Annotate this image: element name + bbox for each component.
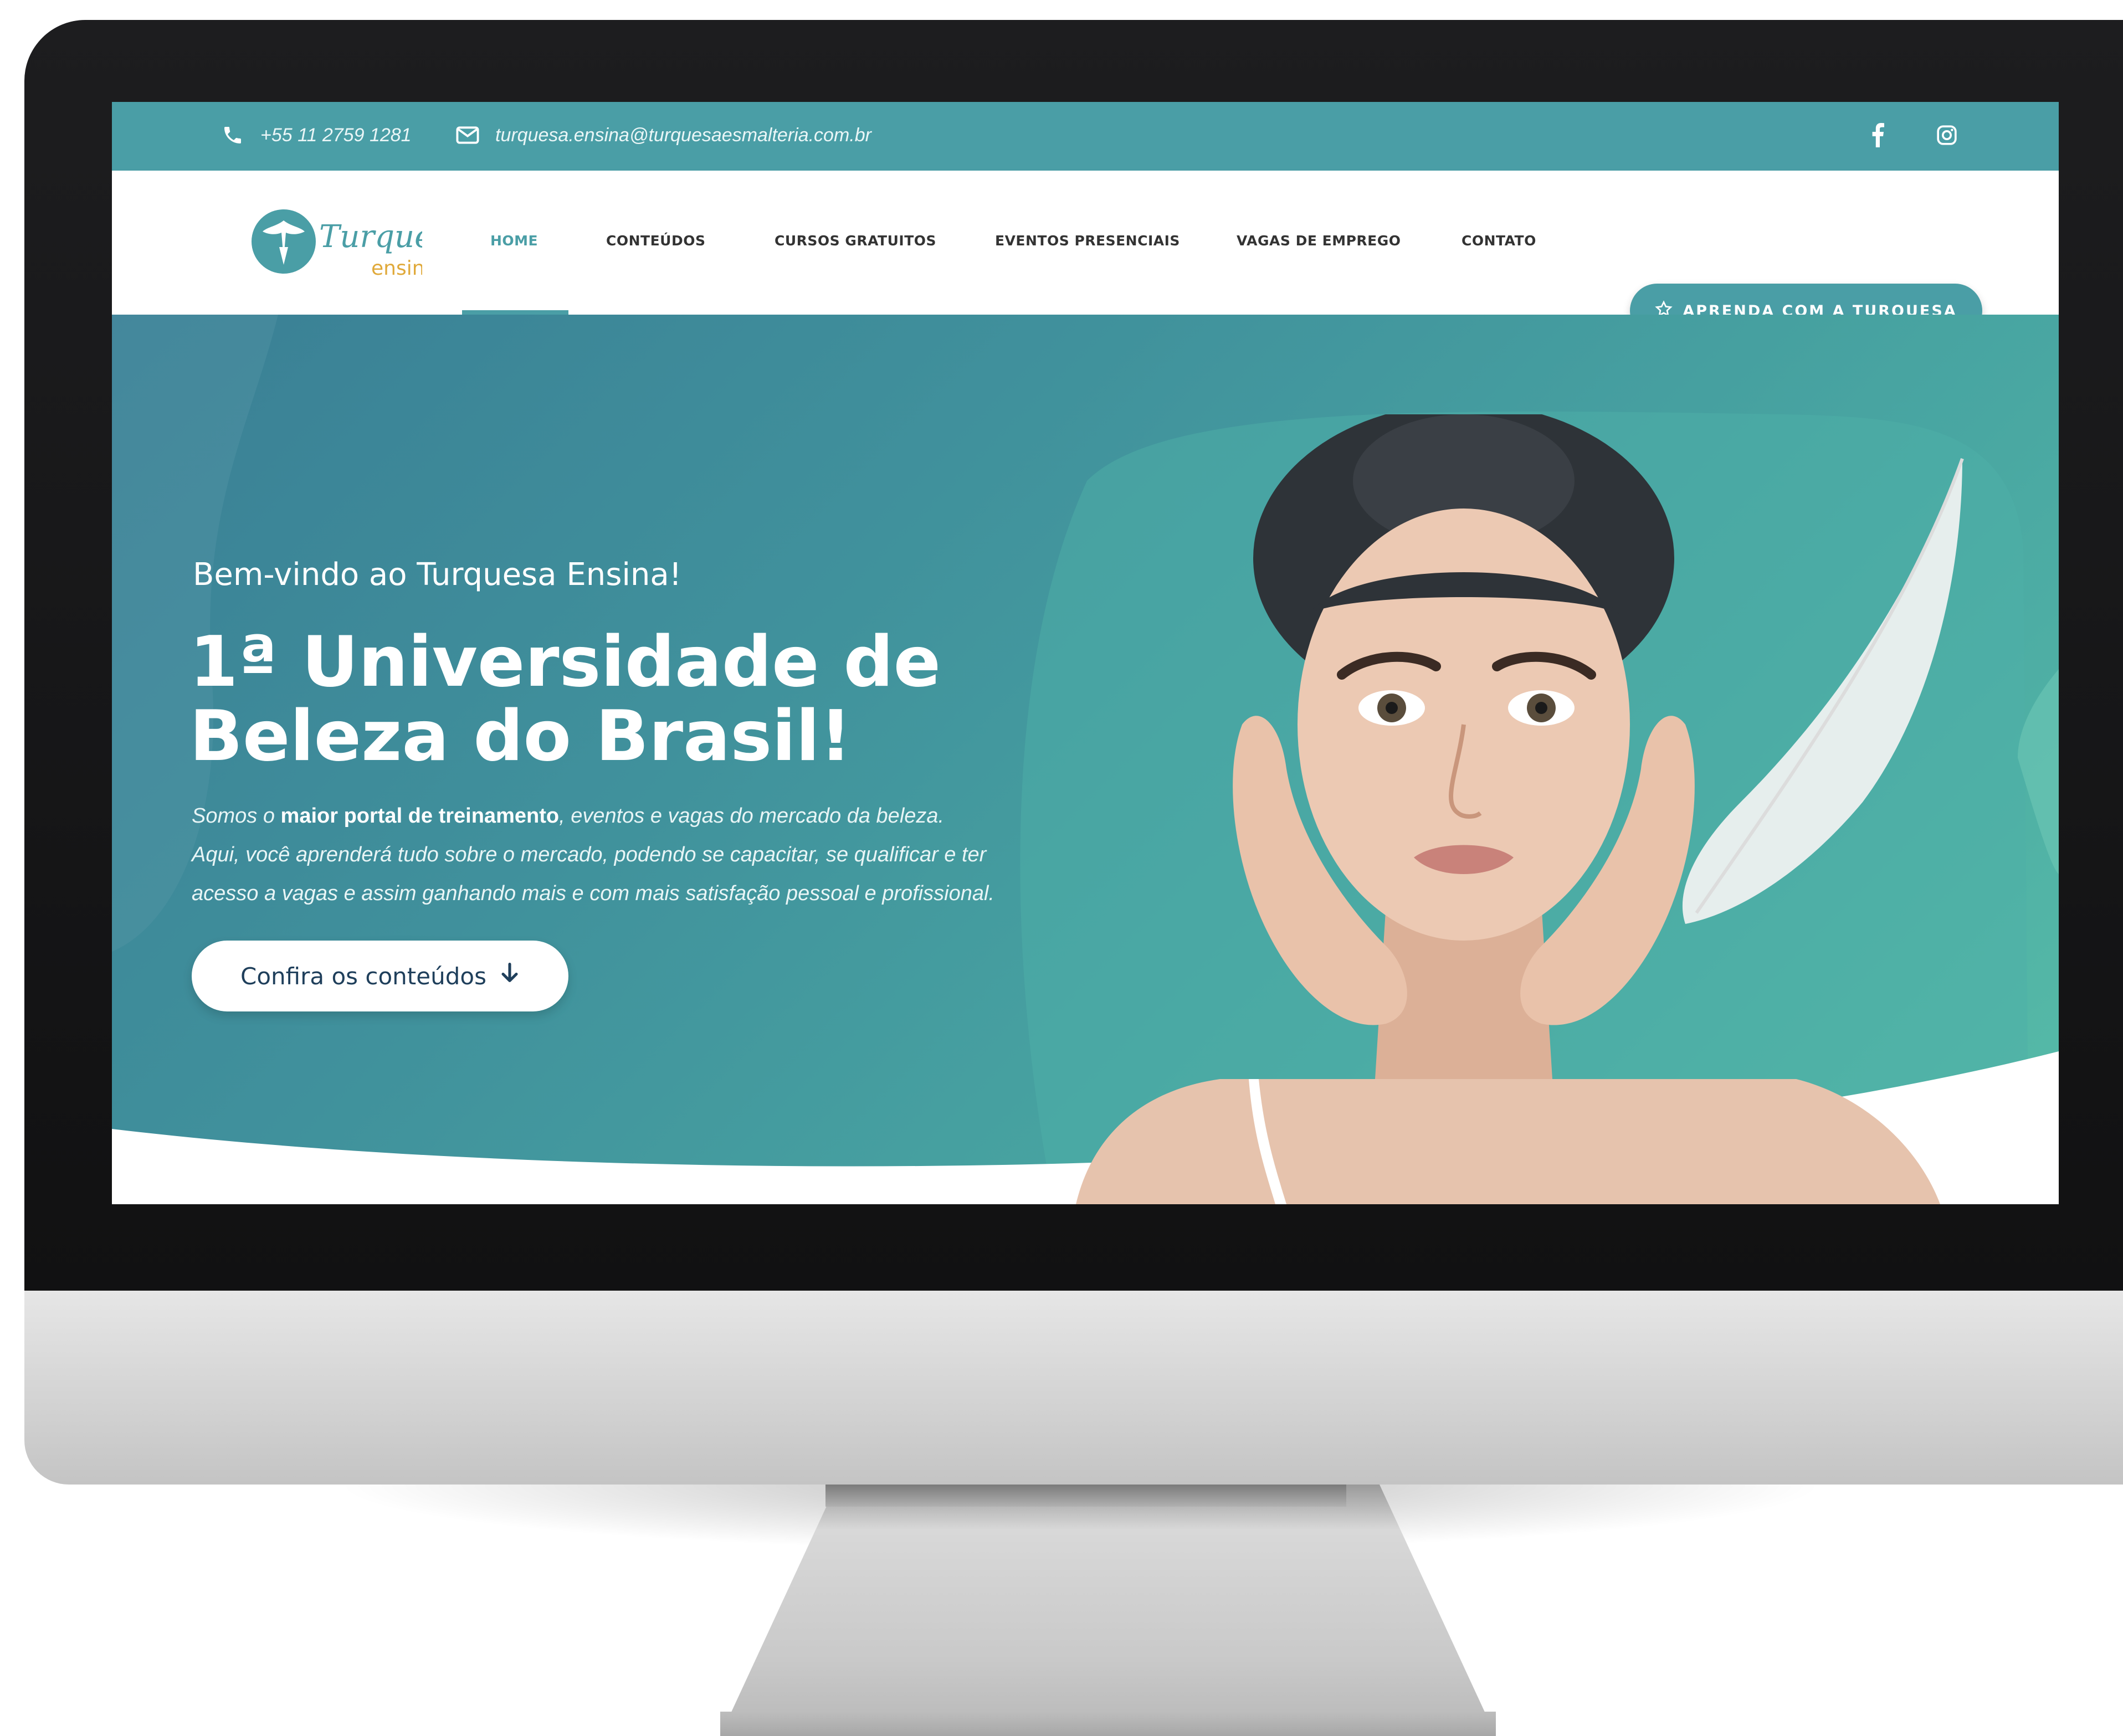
hero-welcome-text: Bem-vindo ao Turquesa Ensina! [193, 557, 682, 593]
desc-prefix: Somos o [192, 804, 281, 828]
website-screen: +55 11 2759 1281 turquesa.ensina@turques… [112, 102, 2059, 1204]
logo-text-ensina: ensina [371, 257, 422, 280]
nav-vagas-de-emprego[interactable]: VAGAS DE EMPREGO [1237, 233, 1401, 249]
cta-hero-label: Confira os conteúdos [240, 962, 486, 990]
logo-text-turquesa: Turquesa [319, 219, 422, 255]
arrow-down-icon [500, 962, 520, 990]
woman-portrait-image [1076, 414, 1964, 1204]
confira-os-conteudos-button[interactable]: Confira os conteúdos [192, 941, 568, 1011]
phone-contact[interactable]: +55 11 2759 1281 [220, 123, 412, 147]
desc-line-3: acesso a vagas e assim ganhando mais e c… [192, 882, 994, 905]
top-contact-bar: +55 11 2759 1281 turquesa.ensina@turques… [112, 102, 2059, 171]
hero-title: 1ª Universidade de Beleza do Brasil! [189, 625, 965, 773]
nav-contato[interactable]: CONTATO [1462, 233, 1536, 249]
monitor-stand-foot [720, 1712, 1496, 1736]
instagram-icon[interactable] [1935, 123, 1959, 147]
phone-icon [220, 123, 245, 147]
monitor-chin [24, 1291, 2123, 1485]
monitor-stand-neck [825, 1485, 1346, 1507]
nav-conteudos[interactable]: CONTEÚDOS [606, 233, 705, 249]
hero-description: Somos o maior portal de treinamento, eve… [192, 797, 1078, 913]
envelope-icon [455, 123, 480, 147]
email-contact[interactable]: turquesa.ensina@turquesaesmalteria.com.b… [455, 123, 871, 147]
nav-eventos-presenciais[interactable]: EVENTOS PRESENCIAIS [995, 233, 1180, 249]
nav-home[interactable]: HOME [490, 233, 538, 249]
phone-number: +55 11 2759 1281 [260, 124, 412, 146]
desc-line-2: Aqui, você aprenderá tudo sobre o mercad… [192, 843, 987, 866]
facebook-icon[interactable] [1865, 123, 1890, 147]
hero-title-line-2: Beleza do Brasil! [189, 695, 852, 777]
main-navigation: Turquesa ensina HOME CONTEÚDOS CURSOS GR… [112, 171, 2059, 338]
desc-after-bold: , eventos e vagas do mercado da beleza. [559, 804, 945, 828]
hero-section: Bem-vindo ao Turquesa Ensina! 1ª Univers… [112, 315, 2059, 1204]
turquesa-ensina-logo[interactable]: Turquesa ensina [250, 204, 467, 281]
nav-cursos-gratuitos[interactable]: CURSOS GRATUITOS [775, 233, 936, 249]
hero-title-line-1: 1ª Universidade de [189, 621, 941, 702]
desc-bold: maior portal de treinamento [280, 804, 560, 828]
monitor-stand [720, 1485, 1496, 1736]
email-address: turquesa.ensina@turquesaesmalteria.com.b… [495, 124, 871, 146]
